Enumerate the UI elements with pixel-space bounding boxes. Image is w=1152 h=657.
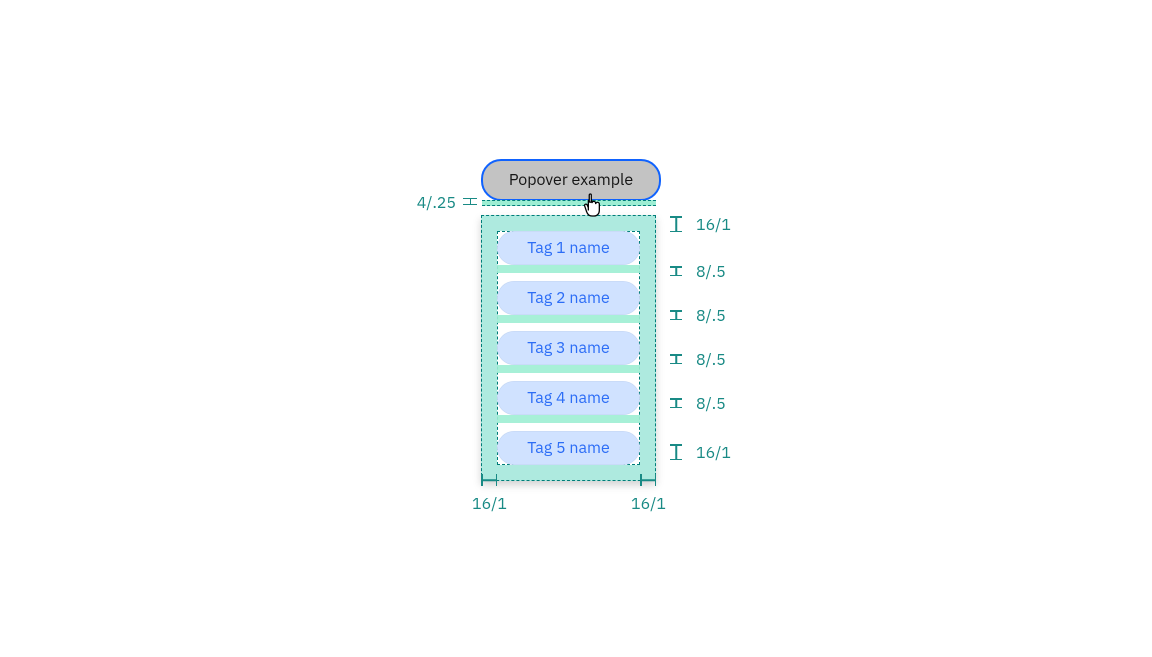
- measure-bracket-icon: [670, 266, 682, 276]
- tag-item[interactable]: Tag 4 name: [497, 381, 640, 415]
- popover-body: Tag 1 name Tag 2 name Tag 3 name Tag 4 n…: [481, 215, 656, 481]
- spacing-guide-item-gap: [497, 265, 640, 273]
- spacing-label-item-gap: 8/.5: [696, 394, 726, 414]
- measure-bracket-icon: [670, 310, 682, 320]
- popover-trigger-button[interactable]: Popover example: [481, 159, 661, 201]
- measure-bracket-icon: [670, 398, 682, 408]
- tag-label: Tag 3 name: [527, 338, 610, 358]
- popover: Tag 1 name Tag 2 name Tag 3 name Tag 4 n…: [481, 215, 656, 481]
- spacing-label-trigger-gap: 4/.25: [417, 193, 456, 213]
- tag-label: Tag 4 name: [527, 388, 610, 408]
- tag-label: Tag 2 name: [527, 288, 610, 308]
- spacing-label-item-gap: 8/.5: [696, 262, 726, 282]
- spacing-guide-item-gap: [497, 315, 640, 323]
- spacing-label-item-gap: 8/.5: [696, 306, 726, 326]
- spacing-guide-item-gap: [497, 415, 640, 423]
- measure-bracket-icon: [670, 216, 682, 232]
- spacing-guide-trigger-gap: [482, 200, 656, 206]
- spacing-label-padding-bottom: 16/1: [696, 443, 731, 463]
- tag-item[interactable]: Tag 5 name: [497, 431, 640, 465]
- measure-bracket-icon: [670, 354, 682, 364]
- measure-bracket-icon: [640, 474, 656, 486]
- measure-bracket-icon: [481, 474, 497, 486]
- measure-bracket-icon: [670, 444, 682, 460]
- spacing-label-padding-right: 16/1: [631, 494, 666, 514]
- spacing-label-padding-top: 16/1: [696, 215, 731, 235]
- tag-label: Tag 5 name: [527, 438, 610, 458]
- measure-bracket-icon: [463, 196, 477, 206]
- popover-trigger-label: Popover example: [509, 170, 633, 190]
- tag-item[interactable]: Tag 2 name: [497, 281, 640, 315]
- tag-item[interactable]: Tag 1 name: [497, 231, 640, 265]
- spec-diagram: Popover example 4/.25 Tag 1 name Tag 2 n…: [0, 0, 1152, 657]
- spacing-guide-item-gap: [497, 365, 640, 373]
- spacing-label-padding-left: 16/1: [472, 494, 507, 514]
- spacing-label-item-gap: 8/.5: [696, 350, 726, 370]
- tag-item[interactable]: Tag 3 name: [497, 331, 640, 365]
- tag-label: Tag 1 name: [527, 238, 610, 258]
